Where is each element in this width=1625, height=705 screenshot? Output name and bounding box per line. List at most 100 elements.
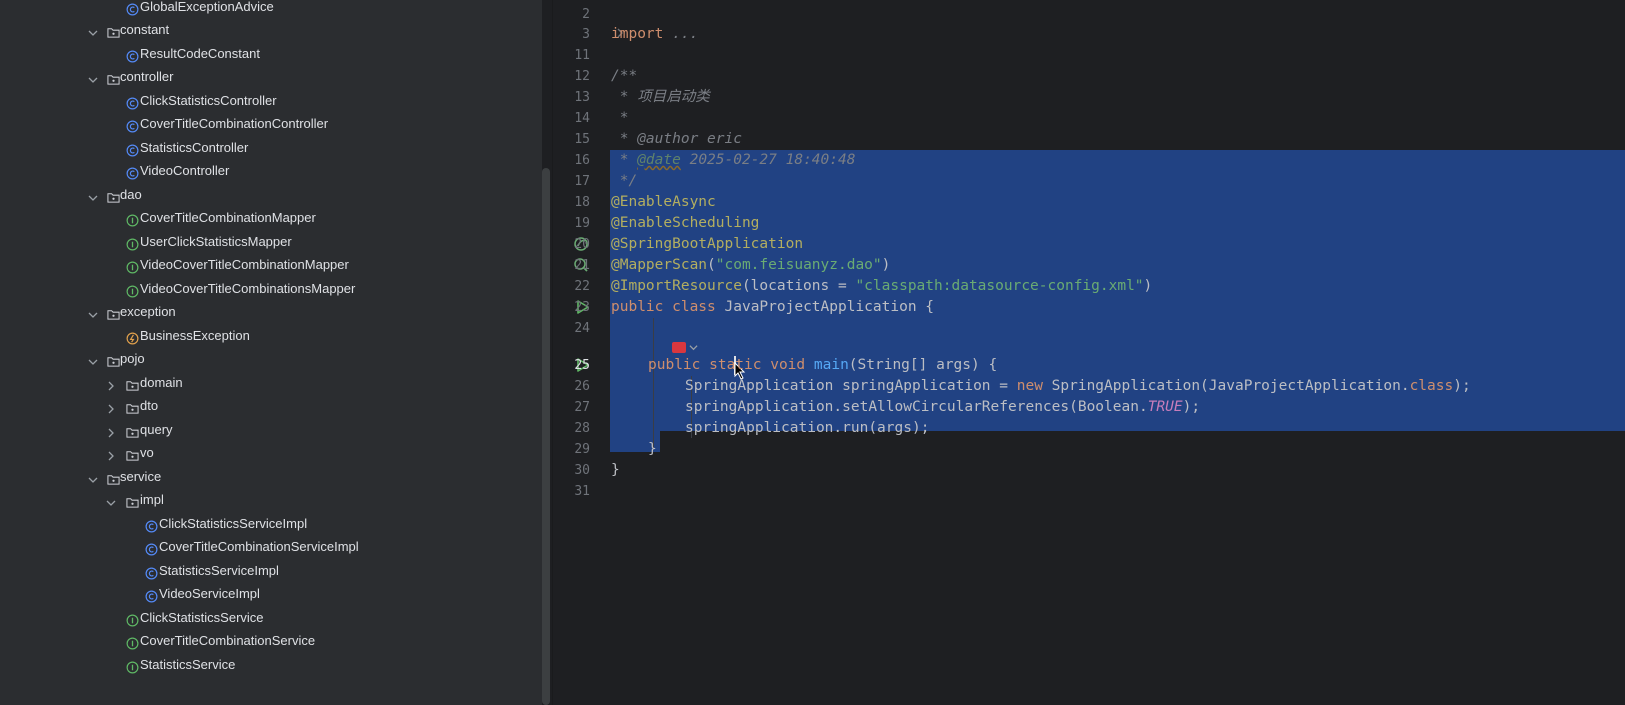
code-line[interactable]: @EnableAsync <box>611 192 716 213</box>
code-line[interactable]: public class JavaProjectApplication { <box>611 297 934 318</box>
chevron-down-icon[interactable] <box>105 493 117 506</box>
code-line[interactable]: @MapperScan("com.feisuanyz.dao") <box>611 255 890 276</box>
chevron-down-icon[interactable] <box>87 23 99 36</box>
line-number: 28 <box>574 421 590 436</box>
tree-folder[interactable]: constant <box>0 18 540 42</box>
plugin-hint-icon[interactable] <box>672 342 686 353</box>
tree-file[interactable]: StatisticsServiceImpl <box>0 559 540 583</box>
tree-folder[interactable]: dao <box>0 183 540 207</box>
exception-icon <box>126 329 139 345</box>
interface-icon <box>126 611 139 627</box>
tree-folder[interactable]: exception <box>0 300 540 324</box>
folder-icon <box>126 399 139 414</box>
code-token: @date <box>637 152 681 168</box>
tree-folder[interactable]: dto <box>0 394 540 418</box>
tree-item-label: controller <box>120 69 174 84</box>
tree-folder[interactable]: service <box>0 465 540 489</box>
line-number: 29 <box>574 442 590 457</box>
line-number: 22 <box>574 279 590 294</box>
tree-item-label: BusinessException <box>140 328 250 343</box>
tree-folder[interactable]: controller <box>0 65 540 89</box>
tree-folder[interactable]: impl <box>0 488 540 512</box>
chevron-down-icon[interactable] <box>87 70 99 83</box>
code-line[interactable]: springApplication.setAllowCircularRefere… <box>685 397 1200 418</box>
tree-folder[interactable]: domain <box>0 371 540 395</box>
code-line[interactable]: * @date 2025-02-27 18:40:48 <box>611 150 856 171</box>
line-number: 21 <box>574 258 590 273</box>
interface-icon <box>126 235 139 251</box>
tree-file[interactable]: VideoServiceImpl <box>0 582 540 606</box>
folder-icon <box>107 305 120 320</box>
tree-item-label: StatisticsService <box>140 657 236 672</box>
chevron-down-icon[interactable] <box>87 188 99 201</box>
code-line[interactable]: @ImportResource(locations = "classpath:d… <box>611 276 1152 297</box>
code-line[interactable]: * 项目启动类 <box>611 87 710 108</box>
tree-item-label: StatisticsServiceImpl <box>159 563 279 578</box>
tree-file[interactable]: StatisticsController <box>0 136 540 160</box>
tree-file[interactable]: ClickStatisticsServiceImpl <box>0 512 540 536</box>
tree-file[interactable]: StatisticsService <box>0 653 540 677</box>
project-tree-scrollbar[interactable] <box>542 168 550 705</box>
tree-item-label: query <box>140 422 173 437</box>
line-number: 2 <box>582 7 590 22</box>
tree-item-label: ClickStatisticsService <box>140 610 264 625</box>
code-line[interactable]: @EnableScheduling <box>611 213 759 234</box>
tree-file[interactable]: VideoCoverTitleCombinationMapper <box>0 253 540 277</box>
chevron-right-icon[interactable] <box>105 446 117 461</box>
code-line[interactable]: SpringApplication springApplication = ne… <box>685 376 1471 397</box>
code-line[interactable]: */ <box>611 171 637 192</box>
chevron-down-icon[interactable] <box>87 470 99 483</box>
interface-icon <box>126 258 139 274</box>
code-editor[interactable]: 2 3 import ... 11 12/** 13 * 项目启动类 14 * 15 * @a… <box>553 0 1625 705</box>
code-line[interactable]: public static void main(String[] args) { <box>648 355 997 376</box>
tree-item-label: CoverTitleCombinationServiceImpl <box>159 539 359 554</box>
interface-icon <box>126 634 139 650</box>
tree-item-label: dao <box>120 187 142 202</box>
tree-item-label: ClickStatisticsServiceImpl <box>159 516 308 531</box>
code-line[interactable]: /** <box>611 66 637 87</box>
tree-file[interactable]: VideoController <box>0 159 540 183</box>
interface-icon <box>126 658 139 674</box>
code-token: ); <box>1182 399 1201 415</box>
code-token: SpringApplication springApplication = <box>685 378 1017 394</box>
tree-file[interactable]: CoverTitleCombinationController <box>0 112 540 136</box>
chevron-down-icon[interactable] <box>87 305 99 318</box>
code-line[interactable]: * <box>611 108 629 129</box>
tree-folder[interactable]: vo <box>0 441 540 465</box>
code-line[interactable]: } <box>611 460 620 481</box>
chevron-right-icon[interactable] <box>105 399 117 414</box>
code-line[interactable]: import ... <box>611 24 698 45</box>
code-token: springApplication.run(args); <box>685 420 930 436</box>
tree-file[interactable]: ClickStatisticsService <box>0 606 540 630</box>
code-line[interactable]: } <box>648 439 657 460</box>
code-token: ... <box>672 26 699 42</box>
tree-file[interactable]: GlobalExceptionAdvice <box>0 0 540 19</box>
tree-file[interactable]: UserClickStatisticsMapper <box>0 230 540 254</box>
line-number: 20 <box>574 237 590 252</box>
chevron-down-icon[interactable] <box>87 352 99 365</box>
class-icon <box>126 94 139 110</box>
line-number: 23 <box>574 300 590 315</box>
tree-item-label: VideoServiceImpl <box>159 586 260 601</box>
tree-item-label: exception <box>120 304 176 319</box>
code-token: } <box>648 441 657 457</box>
chevron-down-icon[interactable] <box>689 343 698 352</box>
tree-file[interactable]: CoverTitleCombinationServiceImpl <box>0 535 540 559</box>
tree-file[interactable]: ClickStatisticsController <box>0 89 540 113</box>
line-number: 26 <box>574 379 590 394</box>
code-line[interactable]: springApplication.run(args); <box>685 418 929 439</box>
tree-file[interactable]: VideoCoverTitleCombinationsMapper <box>0 277 540 301</box>
code-token: class <box>1409 378 1454 394</box>
chevron-right-icon[interactable] <box>105 423 117 438</box>
code-line[interactable]: * @author eric <box>611 129 742 150</box>
tree-file[interactable]: CoverTitleCombinationMapper <box>0 206 540 230</box>
tree-folder[interactable]: query <box>0 418 540 442</box>
chevron-right-icon[interactable] <box>105 376 117 391</box>
tree-file[interactable]: ResultCodeConstant <box>0 42 540 66</box>
tree-folder[interactable]: pojo <box>0 347 540 371</box>
tree-file[interactable]: CoverTitleCombinationService <box>0 629 540 653</box>
code-token: (locations = <box>741 278 856 294</box>
tree-file[interactable]: BusinessException <box>0 324 540 348</box>
code-line[interactable]: @SpringBootApplication <box>611 234 803 255</box>
line-number: 31 <box>574 484 590 499</box>
